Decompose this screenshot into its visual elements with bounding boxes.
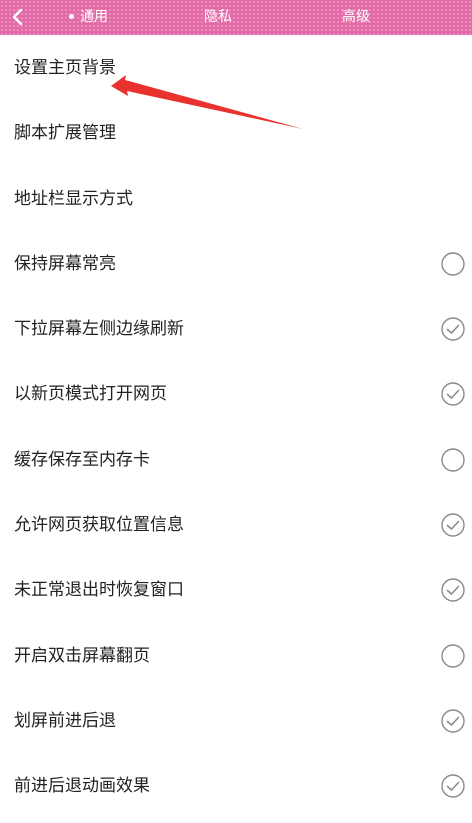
setting-label: 保持屏幕常亮 <box>14 253 116 274</box>
tab-privacy[interactable]: 隐私 <box>204 8 232 26</box>
circle-checkbox-icon[interactable] <box>441 448 465 472</box>
settings-list: 设置主页背景 脚本扩展管理 地址栏显示方式 保持屏幕常亮 下拉屏幕左侧边缘刷新 … <box>0 35 472 819</box>
setting-script-extensions[interactable]: 脚本扩展管理 <box>0 100 472 165</box>
setting-pull-to-refresh[interactable]: 下拉屏幕左侧边缘刷新 <box>0 296 472 361</box>
setting-keep-screen-on[interactable]: 保持屏幕常亮 <box>0 231 472 296</box>
setting-swipe-navigation[interactable]: 划屏前进后退 <box>0 688 472 753</box>
setting-label: 前进后退动画效果 <box>14 776 150 797</box>
circle-check-icon[interactable] <box>441 774 465 798</box>
chevron-left-icon[interactable] <box>8 7 28 27</box>
setting-cache-to-sdcard[interactable]: 缓存保存至内存卡 <box>0 427 472 492</box>
setting-address-bar-mode[interactable]: 地址栏显示方式 <box>0 166 472 231</box>
tab-advanced[interactable]: 高级 <box>342 8 370 26</box>
circle-check-icon[interactable] <box>441 382 465 407</box>
setting-allow-location[interactable]: 允许网页获取位置信息 <box>0 492 472 557</box>
setting-label: 划屏前进后退 <box>14 710 116 731</box>
circle-checkbox-icon[interactable] <box>441 252 465 276</box>
setting-nav-animation[interactable]: 前进后退动画效果 <box>0 753 472 818</box>
setting-label: 以新页模式打开网页 <box>14 384 167 405</box>
setting-open-in-new-page[interactable]: 以新页模式打开网页 <box>0 361 472 426</box>
circle-check-icon[interactable] <box>441 709 465 733</box>
setting-label: 缓存保存至内存卡 <box>14 449 150 470</box>
top-tab-bar: 通用 隐私 高级 <box>0 0 472 35</box>
setting-label: 脚本扩展管理 <box>14 123 116 144</box>
setting-restore-window[interactable]: 未正常退出时恢复窗口 <box>0 557 472 622</box>
setting-home-background[interactable]: 设置主页背景 <box>0 35 472 100</box>
circle-check-icon[interactable] <box>441 578 465 603</box>
circle-check-icon[interactable] <box>441 513 465 537</box>
circle-check-icon[interactable] <box>441 317 465 341</box>
setting-label: 下拉屏幕左侧边缘刷新 <box>14 319 184 340</box>
setting-label: 地址栏显示方式 <box>14 188 133 209</box>
circle-checkbox-icon[interactable] <box>441 643 465 668</box>
setting-double-tap-page[interactable]: 开启双击屏幕翻页 <box>0 623 472 688</box>
setting-label: 未正常退出时恢复窗口 <box>14 580 184 601</box>
active-tab-dot <box>69 14 74 19</box>
setting-label: 开启双击屏幕翻页 <box>14 645 150 666</box>
setting-label: 设置主页背景 <box>14 58 116 78</box>
setting-label: 允许网页获取位置信息 <box>14 515 184 536</box>
tab-general[interactable]: 通用 <box>80 8 108 26</box>
